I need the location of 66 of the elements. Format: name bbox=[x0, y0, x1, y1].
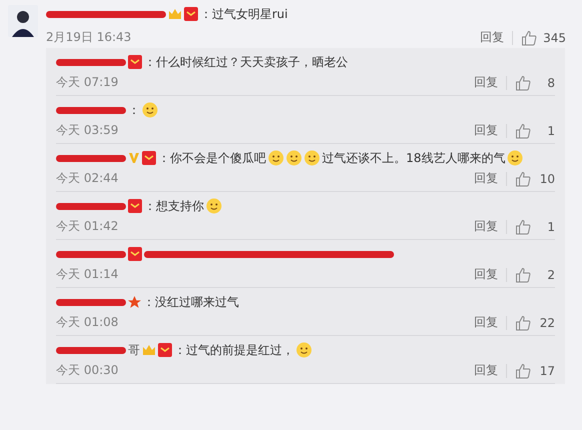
timestamp: 今天 03:59 bbox=[56, 122, 118, 139]
comment-text: ：过气女明星rui bbox=[200, 6, 288, 22]
crown-icon bbox=[142, 343, 156, 357]
comment-text: ： bbox=[128, 102, 140, 118]
redaction-mark bbox=[56, 154, 126, 162]
timestamp: 今天 07:19 bbox=[56, 74, 118, 91]
reply-link[interactable]: 回复 bbox=[474, 314, 498, 331]
redaction-mark bbox=[56, 346, 126, 354]
thumbs-up-icon[interactable] bbox=[515, 314, 531, 330]
star-icon bbox=[128, 296, 141, 308]
member-badge-icon bbox=[158, 343, 172, 357]
member-badge-icon bbox=[128, 55, 142, 69]
thumbs-up-icon[interactable] bbox=[515, 218, 531, 234]
reply-link[interactable]: 回复 bbox=[474, 74, 498, 91]
like-count: 8 bbox=[546, 76, 555, 90]
user-name[interactable]: 哥 bbox=[128, 342, 140, 358]
redaction-mark bbox=[56, 106, 126, 114]
smiley-icon bbox=[206, 198, 222, 214]
reply-link[interactable]: 回复 bbox=[474, 170, 498, 187]
redaction-mark bbox=[56, 58, 126, 66]
comment-text: ：过气的前提是红过， bbox=[174, 342, 294, 358]
crown-icon bbox=[168, 7, 182, 21]
timestamp: 今天 01:14 bbox=[56, 266, 118, 283]
thumbs-up-icon[interactable] bbox=[515, 266, 531, 282]
smiley-icon bbox=[286, 150, 302, 166]
thumbs-up-icon[interactable] bbox=[521, 30, 538, 46]
comment-text: 过气还谈不上。18线艺人哪来的气 bbox=[322, 150, 506, 166]
reply-link[interactable]: 回复 bbox=[474, 218, 498, 235]
smiley-icon bbox=[304, 150, 320, 166]
comment-text: ：什么时候红过？天天卖孩子，晒老公 bbox=[144, 54, 348, 70]
timestamp: 今天 01:42 bbox=[56, 218, 118, 235]
redaction-mark bbox=[56, 250, 126, 258]
smiley-icon bbox=[268, 150, 284, 166]
comment-text: ：你不会是个傻瓜吧 bbox=[158, 150, 266, 166]
reply-link[interactable]: 回复 bbox=[474, 362, 498, 379]
reply-link[interactable]: 回复 bbox=[474, 122, 498, 139]
thumbs-up-icon[interactable] bbox=[515, 362, 531, 378]
member-badge-icon bbox=[128, 247, 142, 261]
like-count: 1 bbox=[546, 220, 555, 234]
redaction-mark bbox=[56, 202, 126, 210]
v-badge-icon bbox=[128, 152, 140, 164]
like-count: 2 bbox=[546, 268, 555, 282]
timestamp: 今天 01:08 bbox=[56, 314, 118, 331]
like-count: 345 bbox=[543, 30, 566, 44]
like-count: 10 bbox=[538, 172, 555, 186]
reply-link[interactable]: 回复 bbox=[474, 266, 498, 283]
like-count: 1 bbox=[546, 124, 555, 138]
thumbs-up-icon[interactable] bbox=[515, 170, 531, 186]
reply-link[interactable]: 回复 bbox=[480, 29, 504, 46]
redaction-mark bbox=[56, 298, 126, 306]
thumbs-up-icon[interactable] bbox=[515, 74, 531, 90]
member-badge-icon bbox=[128, 199, 142, 213]
timestamp: 今天 02:44 bbox=[56, 170, 118, 187]
member-badge-icon bbox=[184, 7, 198, 21]
comment-text: ：想支持你 bbox=[144, 198, 204, 214]
like-count: 17 bbox=[538, 364, 555, 378]
timestamp: 今天 00:30 bbox=[56, 362, 118, 379]
smiley-icon bbox=[296, 342, 312, 358]
thumbs-up-icon[interactable] bbox=[515, 122, 531, 138]
timestamp: 2月19日 16:43 bbox=[46, 29, 132, 46]
member-badge-icon bbox=[142, 151, 156, 165]
like-count: 22 bbox=[538, 316, 555, 330]
smiley-icon bbox=[142, 102, 158, 118]
avatar[interactable] bbox=[8, 5, 38, 37]
comment-text: ：没红过哪来过气 bbox=[143, 294, 239, 310]
smiley-icon bbox=[507, 150, 524, 166]
